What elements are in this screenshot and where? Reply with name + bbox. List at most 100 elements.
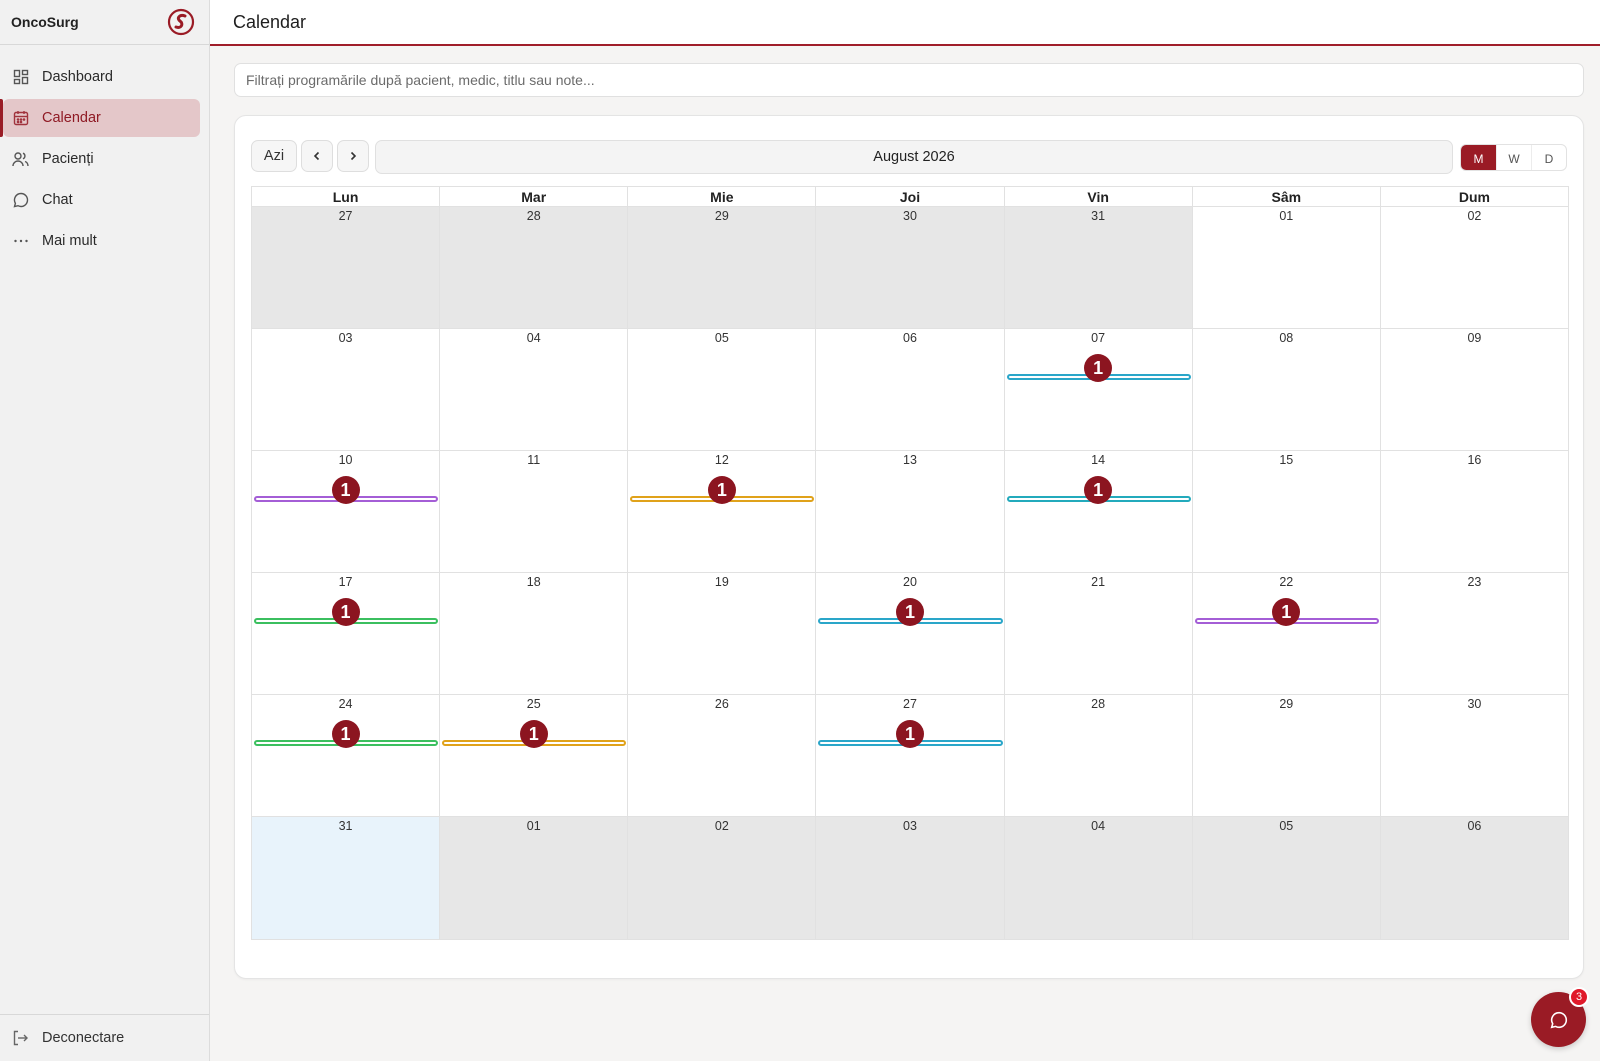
day-number: 23 (1467, 575, 1482, 589)
logout-icon (12, 1030, 29, 1047)
view-month-button[interactable]: M (1461, 145, 1496, 170)
sidebar-item-label: Calendar (42, 110, 101, 126)
more-icon (12, 233, 29, 250)
day-cell[interactable]: 03 (815, 817, 1004, 939)
chat-icon (12, 192, 29, 209)
day-cell[interactable]: 13 (815, 451, 1004, 572)
day-cell[interactable]: 23 (1379, 573, 1568, 694)
day-cell[interactable]: 08 (1191, 329, 1380, 450)
day-number: 31 (1091, 209, 1106, 223)
week-row: 31 01 02 03 04 05 06 (252, 817, 1568, 939)
day-cell[interactable]: 11 (439, 451, 628, 572)
chevron-right-icon (350, 151, 357, 161)
day-cell[interactable]: 01 (439, 817, 628, 939)
unread-count-badge: 3 (1569, 987, 1589, 1007)
day-cell[interactable]: 05 (627, 329, 816, 450)
day-cell[interactable]: 24 1 (252, 695, 440, 816)
day-cell[interactable]: 12 1 (627, 451, 816, 572)
sidebar-item-chat[interactable]: Chat (3, 181, 200, 219)
dashboard-icon (12, 69, 29, 86)
event-count-badge[interactable]: 1 (331, 598, 360, 626)
event-count-badge[interactable]: 1 (331, 720, 360, 748)
day-cell[interactable]: 28 (1003, 695, 1192, 816)
sidebar-item-more[interactable]: Mai mult (3, 222, 200, 260)
day-cell[interactable]: 30 (815, 207, 1004, 328)
day-cell[interactable]: 05 (1191, 817, 1380, 939)
day-number: 11 (527, 453, 541, 467)
day-number: 09 (1467, 331, 1482, 345)
day-cell[interactable]: 02 (1379, 207, 1568, 328)
day-number: 03 (903, 819, 917, 833)
day-number: 29 (1279, 697, 1294, 711)
day-number: 08 (1279, 331, 1294, 345)
day-cell[interactable]: 18 (439, 573, 628, 694)
day-cell[interactable]: 27 (252, 207, 440, 328)
sidebar-item-dashboard[interactable]: Dashboard (3, 58, 200, 96)
app-name: OncoSurg (11, 14, 79, 30)
day-cell[interactable]: 06 (1379, 817, 1568, 939)
day-cell[interactable]: 10 1 (252, 451, 440, 572)
day-number: 10 (338, 453, 353, 467)
logout-label: Deconectare (42, 1030, 125, 1046)
day-number: 20 (903, 575, 917, 589)
day-cell[interactable]: 21 (1003, 573, 1192, 694)
event-count-badge[interactable]: 1 (895, 720, 924, 748)
day-cell[interactable]: 20 1 (815, 573, 1004, 694)
day-cell[interactable]: 01 (1191, 207, 1380, 328)
day-number: 22 (1279, 575, 1294, 589)
day-cell[interactable]: 31 (1003, 207, 1192, 328)
day-number: 30 (1467, 697, 1482, 711)
day-number: 03 (338, 331, 353, 345)
view-switcher: M W D (1460, 144, 1567, 171)
day-number: 06 (903, 331, 917, 345)
event-count-badge[interactable]: 1 (331, 476, 360, 504)
day-number: 27 (338, 209, 353, 223)
day-cell[interactable]: 02 (627, 817, 816, 939)
day-cell[interactable]: 27 1 (815, 695, 1004, 816)
day-cell[interactable]: 09 (1379, 329, 1568, 450)
month-grid: Lun Mar Mie Joi Vin Sâm Dum 27 28 29 30 31 01… (251, 186, 1569, 940)
event-count-badge[interactable]: 1 (707, 476, 736, 504)
day-cell[interactable]: 29 (627, 207, 816, 328)
logout-button[interactable]: Deconectare (0, 1014, 209, 1061)
sidebar-item-patients[interactable]: Pacienți (3, 140, 200, 178)
event-count-badge[interactable]: 1 (519, 720, 548, 748)
weekday-label: Mie (627, 187, 815, 206)
appointment-filter-input[interactable] (234, 63, 1584, 97)
day-cell[interactable]: 16 (1379, 451, 1568, 572)
day-number: 24 (338, 697, 353, 711)
day-cell[interactable]: 06 (815, 329, 1004, 450)
chat-fab-button[interactable]: 3 (1531, 987, 1589, 1047)
day-number: 13 (903, 453, 917, 467)
day-cell[interactable]: 04 (439, 329, 628, 450)
event-count-badge[interactable]: 1 (895, 598, 924, 626)
day-cell[interactable]: 07 1 (1003, 329, 1192, 450)
brand-header: OncoSurg (0, 0, 209, 45)
day-cell[interactable]: 30 (1379, 695, 1568, 816)
calendar-icon (12, 110, 29, 127)
day-cell[interactable]: 14 1 (1003, 451, 1192, 572)
next-month-button[interactable] (337, 140, 369, 172)
day-cell[interactable]: 17 1 (252, 573, 440, 694)
day-cell[interactable]: 28 (439, 207, 628, 328)
prev-month-button[interactable] (301, 140, 333, 172)
day-cell[interactable]: 19 (627, 573, 816, 694)
event-count-badge[interactable]: 1 (1084, 354, 1113, 382)
weekday-label: Lun (332, 189, 359, 205)
day-cell[interactable]: 03 (252, 329, 440, 450)
chat-bubble-icon (1550, 1011, 1567, 1028)
day-number: 17 (338, 575, 353, 589)
day-cell[interactable]: 04 (1003, 817, 1192, 939)
day-number: 15 (1279, 453, 1294, 467)
view-week-button[interactable]: W (1496, 145, 1531, 170)
day-cell[interactable]: 26 (627, 695, 816, 816)
day-cell[interactable]: 22 1 (1191, 573, 1380, 694)
view-day-button[interactable]: D (1531, 145, 1566, 170)
today-button[interactable]: Azi (251, 140, 297, 172)
day-cell[interactable]: 31 (252, 817, 440, 939)
event-count-badge[interactable]: 1 (1084, 476, 1113, 504)
sidebar-item-calendar[interactable]: Calendar (0, 99, 200, 137)
day-cell[interactable]: 15 (1191, 451, 1380, 572)
day-cell[interactable]: 25 1 (439, 695, 628, 816)
day-cell[interactable]: 29 (1191, 695, 1380, 816)
